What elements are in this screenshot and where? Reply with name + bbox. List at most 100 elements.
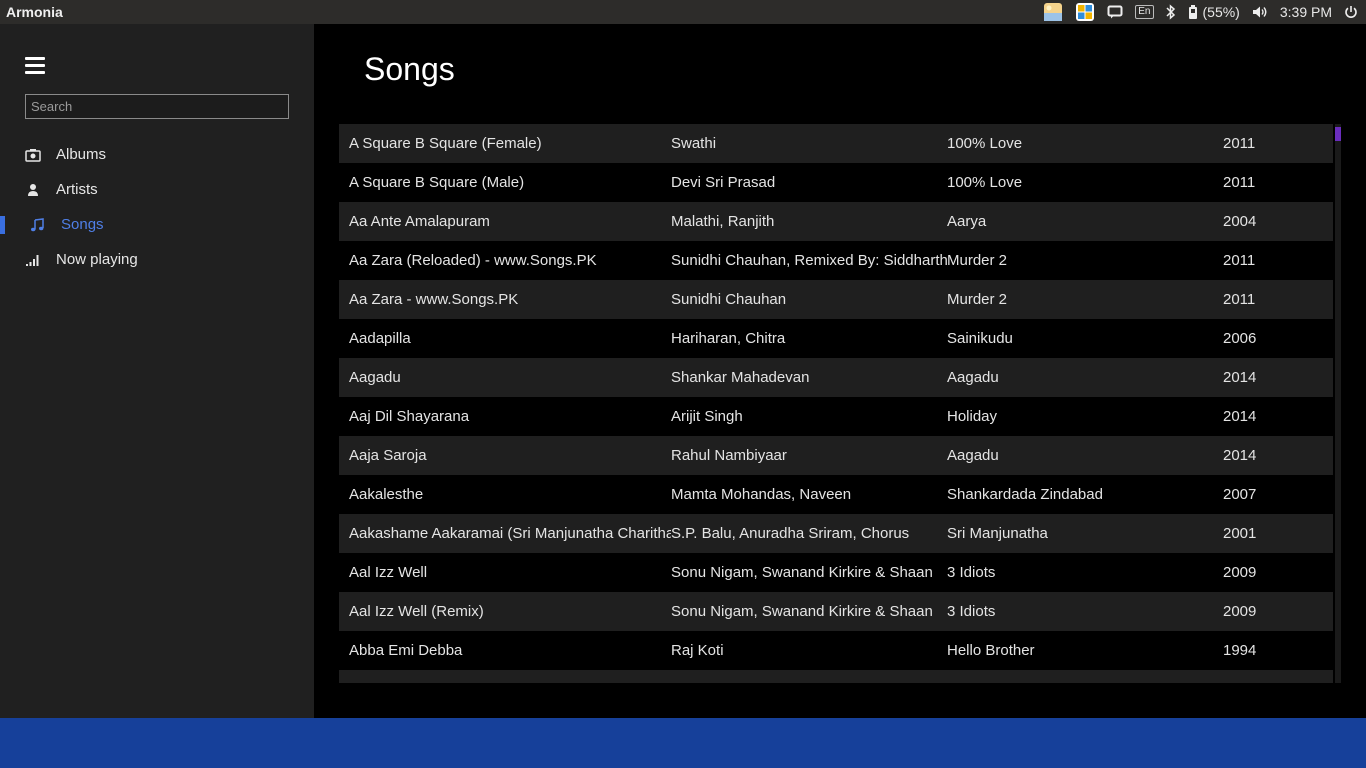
song-album: Murder 2 bbox=[947, 252, 1008, 269]
sidebar-item-label: Artists bbox=[56, 181, 98, 198]
song-album: 100% Love bbox=[947, 135, 1023, 152]
song-row[interactable]: Aaja Saroja Rahul Nambiyaar Aagadu 2014 bbox=[339, 436, 1333, 475]
person-icon bbox=[25, 182, 41, 198]
indicator-area: En (55%) 3:39 PM bbox=[1037, 0, 1366, 24]
scrollbar-thumb[interactable] bbox=[1335, 127, 1341, 141]
sidebar-item-songs[interactable]: Songs bbox=[0, 207, 314, 242]
song-album: Sainikudu bbox=[947, 330, 1013, 347]
song-artist: Shankar Mahadevan bbox=[671, 369, 810, 386]
song-artist: Malathi, Ranjith bbox=[671, 213, 775, 230]
page-title: Songs bbox=[364, 51, 455, 87]
song-list[interactable]: A Square B Square (Female) Swathi 100% Lov… bbox=[339, 124, 1333, 683]
song-year: 2011 bbox=[1223, 174, 1256, 191]
keyboard-layout-label: En bbox=[1135, 5, 1154, 19]
sidebar-item-now-playing[interactable]: Now playing bbox=[0, 242, 314, 277]
song-album: 3 Idiots bbox=[947, 564, 996, 581]
song-year: 2004 bbox=[1223, 213, 1257, 230]
song-artist: S.P. Balu, Anuradha Sriram, Chorus bbox=[671, 525, 910, 542]
sidebar-item-albums[interactable]: Albums bbox=[0, 137, 314, 172]
song-title: Aa Zara - www.Songs.PK bbox=[349, 291, 519, 308]
song-title: Abba Emi Debba bbox=[349, 642, 463, 659]
song-row[interactable]: Aa Zara - www.Songs.PK Sunidhi Chauhan Mur… bbox=[339, 280, 1333, 319]
song-album: Holiday bbox=[947, 408, 998, 425]
battery-icon bbox=[1188, 5, 1197, 19]
song-artist: Swathi bbox=[671, 135, 717, 152]
keyboard-en-icon[interactable]: En bbox=[1129, 0, 1159, 24]
song-year: 2014 bbox=[1223, 447, 1257, 464]
song-artist: Sonu Nigam, Swanand Kirkire & Shaan bbox=[671, 564, 933, 581]
signal-bars-icon bbox=[25, 252, 41, 268]
song-year: 2009 bbox=[1223, 564, 1257, 581]
volume-icon[interactable] bbox=[1246, 0, 1274, 24]
song-artist: Sunidhi Chauhan, Remixed By: Siddharth H… bbox=[671, 252, 947, 269]
song-artist: Devi Sri Prasad bbox=[671, 174, 776, 191]
song-artist: Arijit Singh bbox=[671, 408, 743, 425]
song-row[interactable]: A Square B Square (Male) Devi Sri Prasad 1… bbox=[339, 163, 1333, 202]
battery-percentage: (55%) bbox=[1202, 4, 1240, 20]
song-year: 1994 bbox=[1223, 642, 1257, 659]
song-artist: Raj Koti bbox=[671, 642, 724, 659]
song-year: 1999 bbox=[1223, 681, 1323, 683]
song-artist: Hariharan, Chitra bbox=[671, 330, 786, 347]
song-year: 2014 bbox=[1223, 369, 1257, 386]
song-row[interactable]: Aa Zara (Reloaded) - www.Songs.PK Sunidhi… bbox=[339, 241, 1333, 280]
bluetooth-icon[interactable] bbox=[1160, 0, 1182, 24]
song-year: 2011 bbox=[1223, 252, 1256, 269]
music-note-icon bbox=[29, 217, 45, 233]
song-album: Chantabbai Vadina bbox=[947, 681, 1223, 683]
song-title: Aakalesthe bbox=[349, 486, 424, 503]
song-album: Aagadu bbox=[947, 447, 999, 464]
song-row[interactable]: Aakashame Aakaramai (Sri Manjunatha Char… bbox=[339, 514, 1333, 553]
main-content: Songs A Square B Square (Female) Swathi 10… bbox=[314, 24, 1366, 718]
song-row[interactable]: Aagadu Shankar Mahadevan Aagadu 2014 bbox=[339, 358, 1333, 397]
song-title: Aadapilla bbox=[349, 330, 411, 347]
windows-app-icon[interactable] bbox=[1069, 0, 1101, 24]
song-artist: Sonu Nigam, Swanand Kirkire & Shaan bbox=[671, 603, 933, 620]
top-panel: Armonia En (55%) 3:39 PM bbox=[0, 0, 1366, 24]
chat-icon[interactable] bbox=[1101, 0, 1129, 24]
song-title: Aa Ante Amalapuram bbox=[349, 213, 490, 230]
search-input[interactable] bbox=[25, 94, 289, 119]
song-album: Murder 2 bbox=[947, 291, 1008, 308]
power-icon[interactable] bbox=[1338, 0, 1366, 24]
song-album: Sri Manjunatha bbox=[947, 525, 1048, 542]
song-row[interactable]: Aadapilla Hariharan, Chitra Sainikudu 2006 bbox=[339, 319, 1333, 358]
song-title: Abba Jabilli bbox=[339, 681, 671, 683]
sidebar-item-label: Songs bbox=[61, 216, 104, 233]
song-row[interactable]: Aaj Dil Shayarana Arijit Singh Holiday 2014 bbox=[339, 397, 1333, 436]
clock[interactable]: 3:39 PM bbox=[1274, 0, 1338, 24]
song-row[interactable]: Aal Izz Well Sonu Nigam, Swanand Kirkire … bbox=[339, 553, 1333, 592]
song-title: Aa Zara (Reloaded) - www.Songs.PK bbox=[349, 252, 597, 269]
sidebar: Albums Artists Songs Now playing bbox=[0, 24, 314, 718]
song-year: 2006 bbox=[1223, 330, 1257, 347]
song-title: A Square B Square (Male) bbox=[349, 174, 525, 191]
song-year: 2007 bbox=[1223, 486, 1257, 503]
song-artist: Rahul Nambiyaar bbox=[671, 447, 787, 464]
song-album: Hello Brother bbox=[947, 642, 1035, 659]
song-album: Shankardada Zindabad bbox=[947, 486, 1103, 503]
song-title: Aaja Saroja bbox=[349, 447, 427, 464]
scrollbar[interactable] bbox=[1335, 124, 1341, 683]
photo-app-icon[interactable] bbox=[1037, 0, 1069, 24]
song-row[interactable]: Aal Izz Well (Remix) Sonu Nigam, Swanand … bbox=[339, 592, 1333, 631]
song-title: A Square B Square (Female) bbox=[349, 135, 542, 152]
song-year: 2009 bbox=[1223, 603, 1257, 620]
battery-indicator[interactable]: (55%) bbox=[1182, 0, 1246, 24]
song-year: 2001 bbox=[1223, 525, 1257, 542]
song-row[interactable]: Abba JabilliS.P. Balu, SujathaChantabbai… bbox=[339, 670, 1333, 683]
song-artist: Mamta Mohandas, Naveen bbox=[671, 486, 852, 503]
song-row[interactable]: Aa Ante Amalapuram Malathi, Ranjith Aarya 2… bbox=[339, 202, 1333, 241]
song-album: 3 Idiots bbox=[947, 603, 996, 620]
song-album: Aagadu bbox=[947, 369, 999, 386]
song-row[interactable]: A Square B Square (Female) Swathi 100% Lov… bbox=[339, 124, 1333, 163]
song-row[interactable]: Abba Emi Debba Raj Koti Hello Brother 1994 bbox=[339, 631, 1333, 670]
song-title: Aagadu bbox=[349, 369, 401, 386]
app-title: Armonia bbox=[6, 4, 63, 20]
song-row[interactable]: Aakalesthe Mamta Mohandas, Naveen Shankard… bbox=[339, 475, 1333, 514]
song-album: 100% Love bbox=[947, 174, 1023, 191]
song-year: 2011 bbox=[1223, 291, 1256, 308]
song-artist: Sunidhi Chauhan bbox=[671, 291, 787, 308]
song-title: Aal Izz Well (Remix) bbox=[349, 603, 484, 620]
hamburger-menu-icon[interactable] bbox=[25, 57, 45, 75]
sidebar-item-artists[interactable]: Artists bbox=[0, 172, 314, 207]
